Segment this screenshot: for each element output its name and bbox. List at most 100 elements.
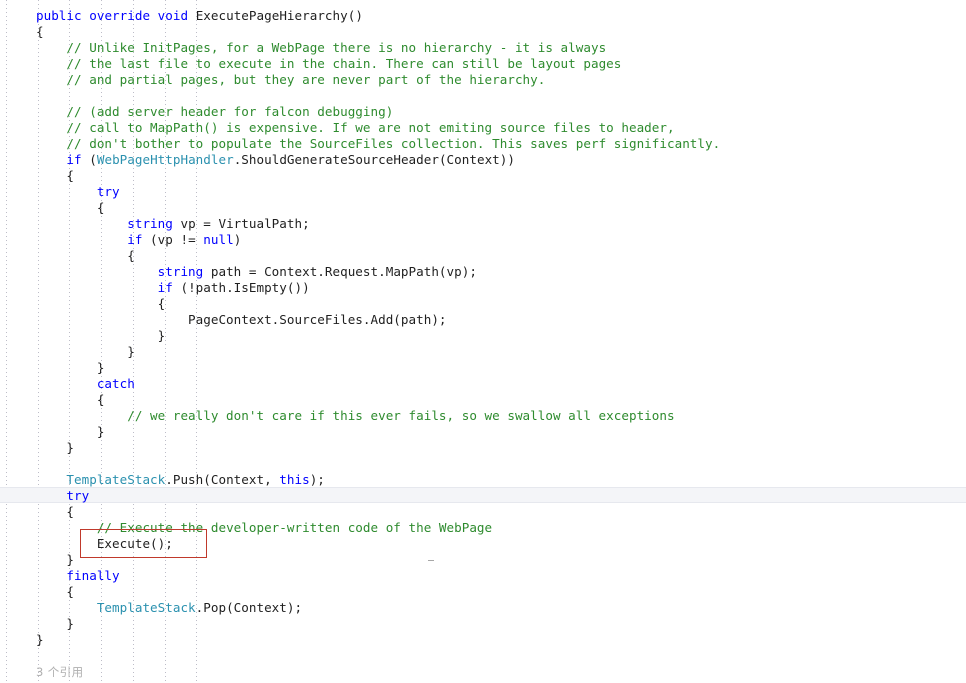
- code-line[interactable]: string vp = VirtualPath;: [36, 216, 310, 232]
- token-pl: {: [96, 200, 105, 215]
- token-pl: }: [66, 616, 75, 631]
- token-pl: {: [66, 168, 75, 183]
- code-line[interactable]: Execute();: [36, 536, 173, 552]
- code-line[interactable]: finally: [36, 568, 120, 584]
- token-pl: .Pop(Context);: [195, 600, 303, 615]
- code-line[interactable]: {: [36, 24, 44, 40]
- code-line[interactable]: TemplateStack.Push(Context, this);: [36, 472, 325, 488]
- token-cm: // (add server header for falcon debuggi…: [66, 104, 394, 119]
- indent-guide-6: [196, 0, 197, 683]
- code-line[interactable]: // don't bother to populate the SourceFi…: [36, 136, 720, 152]
- token-kw: if: [157, 280, 173, 295]
- token-pl: {: [36, 24, 44, 39]
- code-line[interactable]: // and partial pages, but they are never…: [36, 72, 545, 88]
- code-line[interactable]: {: [36, 296, 166, 312]
- code-line[interactable]: if (WebPageHttpHandler.ShouldGenerateSou…: [36, 152, 515, 168]
- token-kw: finally: [66, 568, 120, 583]
- token-cm: // Execute the developer-written code of…: [96, 520, 493, 535]
- token-kw: string: [157, 264, 204, 279]
- token-ty: WebPageHttpHandler: [96, 152, 234, 167]
- token-pl: }: [66, 440, 75, 455]
- code-line[interactable]: {: [36, 504, 74, 520]
- indent-guide-0: [6, 0, 7, 683]
- token-kw: void: [157, 8, 189, 23]
- token-pl: (vp !=: [142, 232, 204, 247]
- code-line[interactable]: {: [36, 392, 105, 408]
- code-editor-surface[interactable]: 3 个引用 public override void ExecutePageHi…: [0, 0, 966, 683]
- token-pl: Execute();: [96, 536, 173, 551]
- code-line[interactable]: }: [36, 424, 105, 440]
- code-line[interactable]: try: [36, 488, 89, 504]
- code-line[interactable]: if (!path.IsEmpty()): [36, 280, 310, 296]
- token-kw: try: [66, 488, 90, 503]
- token-kw: null: [203, 232, 234, 247]
- code-line[interactable]: // call to MapPath() is expensive. If we…: [36, 120, 675, 136]
- token-cm: // call to MapPath() is expensive. If we…: [66, 120, 675, 135]
- token-pl: }: [96, 424, 105, 439]
- token-pl: (: [81, 152, 97, 167]
- code-line[interactable]: // Execute the developer-written code of…: [36, 520, 492, 536]
- code-line[interactable]: // we really don't care if this ever fai…: [36, 408, 675, 424]
- code-line[interactable]: }: [36, 328, 166, 344]
- code-line[interactable]: }: [36, 552, 74, 568]
- code-line[interactable]: {: [36, 248, 135, 264]
- code-line[interactable]: catch: [36, 376, 135, 392]
- current-line-highlight: [0, 487, 966, 503]
- code-line[interactable]: }: [36, 632, 44, 648]
- code-line[interactable]: // (add server header for falcon debuggi…: [36, 104, 393, 120]
- token-pl: }: [96, 360, 105, 375]
- code-line[interactable]: if (vp != null): [36, 232, 241, 248]
- codelens-reference-count-bottom[interactable]: 3 个引用: [36, 664, 83, 680]
- code-line[interactable]: string path = Context.Request.MapPath(vp…: [36, 264, 477, 280]
- token-pl: }: [157, 328, 166, 343]
- code-line[interactable]: {: [36, 584, 74, 600]
- token-pl: vp = VirtualPath;: [172, 216, 310, 231]
- code-line[interactable]: }: [36, 344, 135, 360]
- code-line[interactable]: // the last file to execute in the chain…: [36, 56, 621, 72]
- token-ty: TemplateStack: [96, 600, 196, 615]
- token-pl: (!path.IsEmpty()): [172, 280, 310, 295]
- token-kw: if: [66, 152, 82, 167]
- code-line[interactable]: // Unlike InitPages, for a WebPage there…: [36, 40, 606, 56]
- code-line[interactable]: PageContext.SourceFiles.Add(path);: [36, 312, 447, 328]
- token-pl: ): [233, 232, 242, 247]
- token-cm: // the last file to execute in the chain…: [66, 56, 622, 71]
- code-line[interactable]: try: [36, 184, 120, 200]
- code-line[interactable]: }: [36, 616, 74, 632]
- code-line[interactable]: }: [36, 360, 105, 376]
- token-ty: TemplateStack: [66, 472, 166, 487]
- token-kw: catch: [96, 376, 135, 391]
- code-line[interactable]: {: [36, 200, 105, 216]
- code-line[interactable]: public override void ExecutePageHierarch…: [36, 8, 363, 24]
- code-line[interactable]: {: [36, 168, 74, 184]
- code-line[interactable]: }: [36, 440, 74, 456]
- code-line[interactable]: TemplateStack.Pop(Context);: [36, 600, 302, 616]
- token-pl: .ShouldGenerateSourceHeader(Context)): [233, 152, 515, 167]
